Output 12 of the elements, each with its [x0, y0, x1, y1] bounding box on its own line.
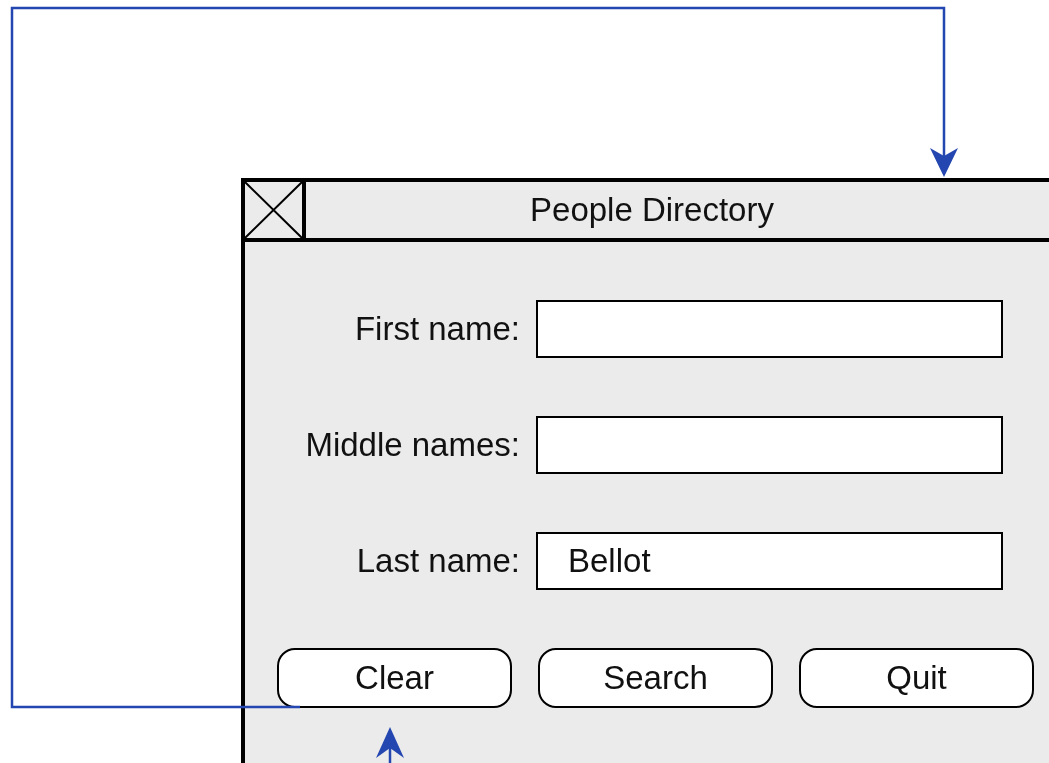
action-button[interactable]: Search	[538, 648, 773, 708]
close-icon[interactable]	[245, 182, 306, 238]
input-field[interactable]	[536, 300, 1003, 358]
field-label: Middle names:	[304, 426, 520, 464]
action-button[interactable]: Quit	[799, 648, 1034, 708]
input-field[interactable]: Bellot	[536, 532, 1003, 590]
field-label: Last name:	[355, 542, 520, 580]
action-button[interactable]: Clear	[277, 648, 512, 708]
field-label: First name:	[353, 310, 520, 348]
input-field[interactable]	[536, 416, 1003, 474]
connector-arrow	[376, 727, 404, 763]
window-title: People Directory	[529, 190, 775, 230]
